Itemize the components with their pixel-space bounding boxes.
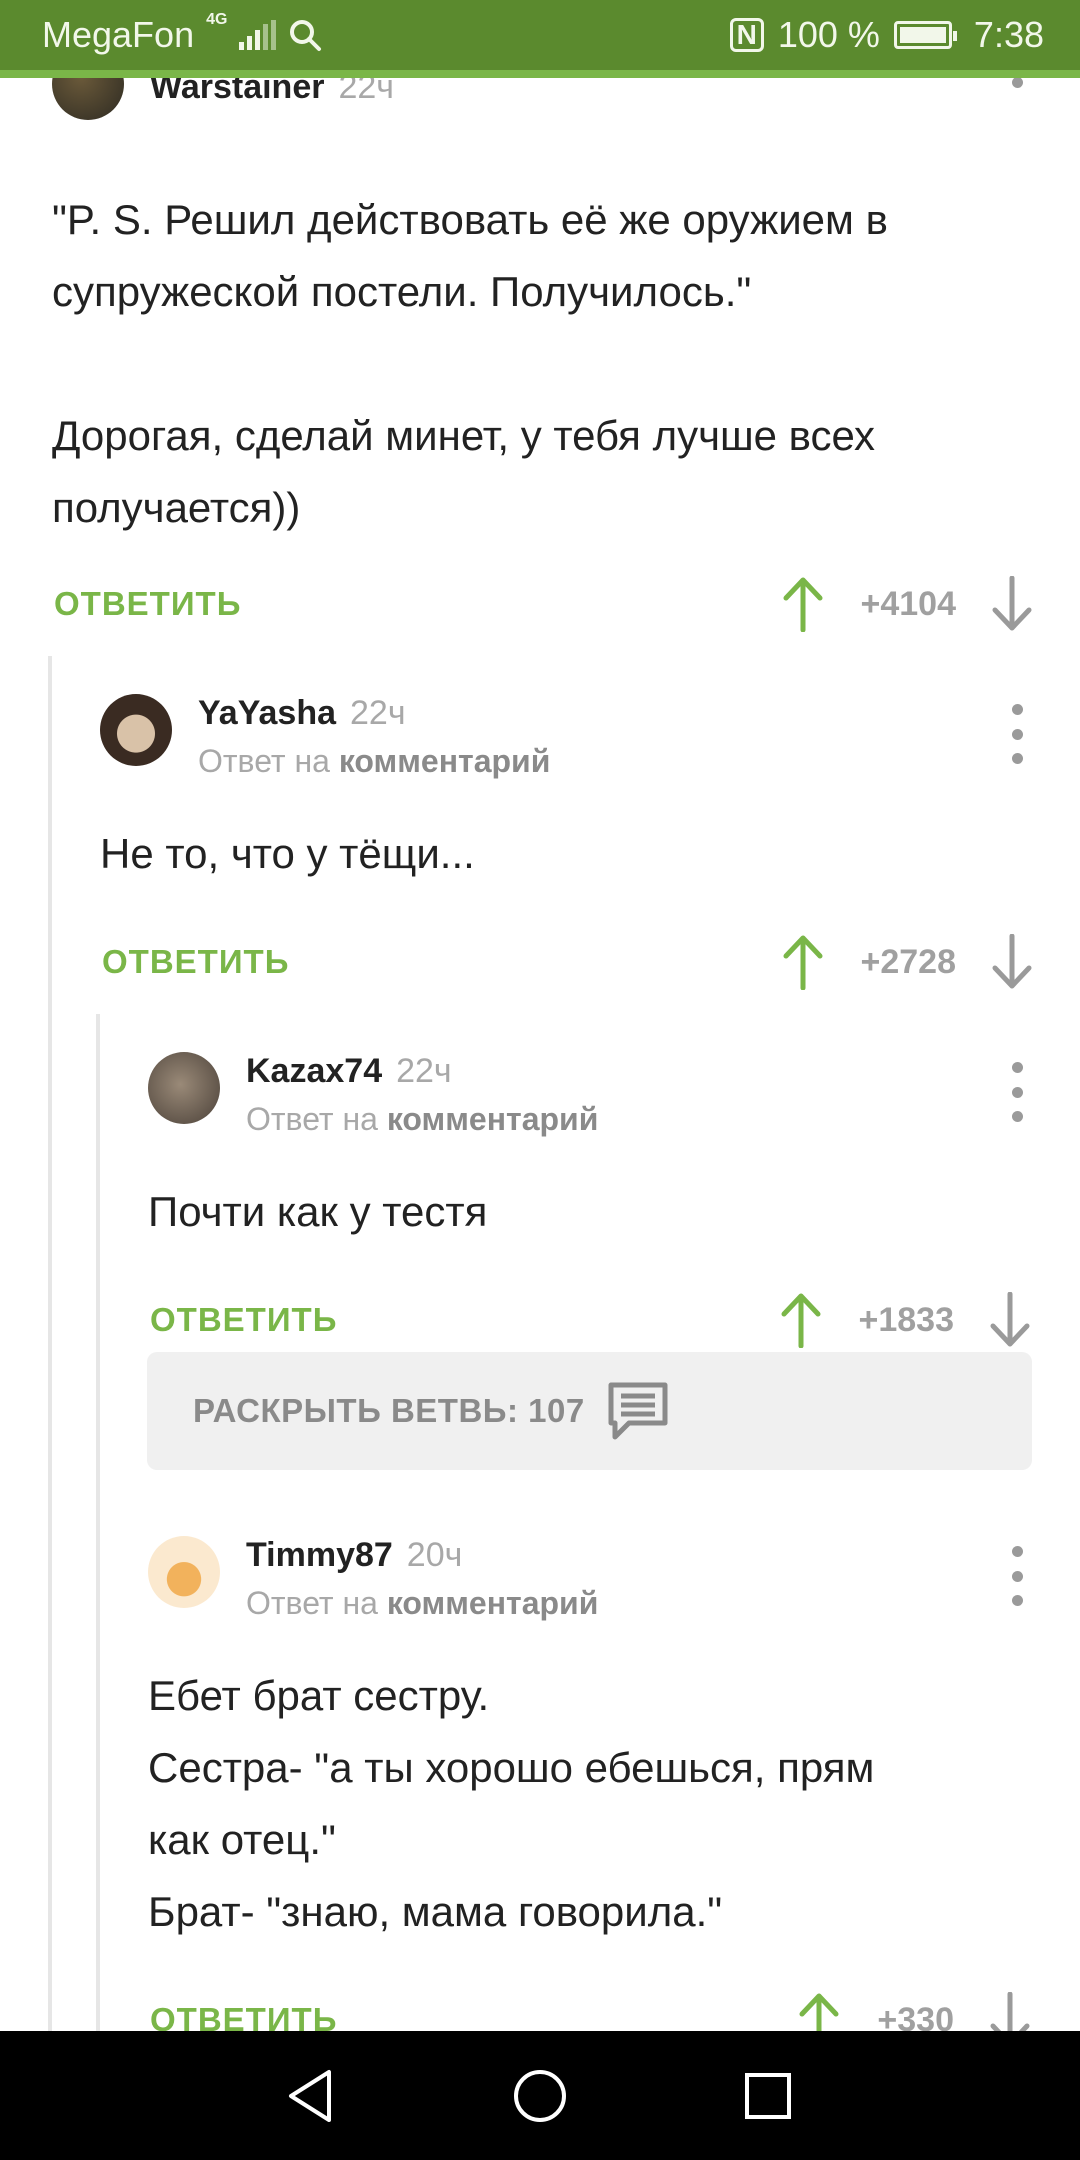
carrier-name: MegaFon	[42, 14, 195, 55]
status-bar-accent	[0, 70, 1080, 78]
comments-feed[interactable]: Warstainer 22ч "P. S. Решил действовать е…	[0, 78, 1080, 2031]
home-icon	[514, 2069, 566, 2122]
battery-icon	[893, 21, 957, 49]
downvote-icon[interactable]	[988, 1992, 1032, 2031]
upvote-icon[interactable]	[781, 934, 825, 990]
comment-author[interactable]: Kazax74	[246, 1052, 382, 1090]
more-icon[interactable]	[1002, 1062, 1032, 1122]
reply-button[interactable]: ОТВЕТИТЬ	[102, 943, 289, 981]
reply-to: Ответ на комментарий	[246, 1585, 599, 1621]
nfc-icon: N	[729, 18, 764, 52]
clock: 7:38	[973, 14, 1044, 55]
back-icon	[289, 2069, 331, 2122]
comment-score: +330	[877, 2000, 954, 2032]
comment-time: 22ч	[350, 694, 406, 732]
comment-text: "P. S. Решил действовать её же оружием в…	[52, 196, 888, 531]
comments-icon	[608, 1382, 668, 1440]
comment-score: +4104	[860, 584, 957, 623]
reply-button[interactable]: ОТВЕТИТЬ	[150, 1301, 337, 1339]
search-icon	[290, 20, 322, 51]
avatar[interactable]	[148, 1536, 220, 1608]
navigation-bar	[0, 2031, 1080, 2160]
signal-icon	[239, 20, 277, 50]
more-icon[interactable]	[1002, 704, 1032, 764]
recents-icon	[745, 2072, 791, 2119]
comment-author[interactable]: Warstainer	[150, 78, 324, 106]
reply-to: Ответ на комментарий	[246, 1101, 599, 1137]
comment-author[interactable]: YaYasha	[198, 694, 336, 732]
avatar[interactable]	[52, 78, 124, 120]
comment-text: Ебет брат сестру. Сестра- "а ты хорошо е…	[148, 1672, 875, 1935]
battery-percent: 100 %	[777, 14, 880, 55]
comment-time: 22ч	[396, 1052, 452, 1090]
more-icon[interactable]	[1002, 1546, 1032, 1606]
thread-line	[96, 1014, 100, 2031]
downvote-icon[interactable]	[990, 576, 1034, 632]
reply-to-link[interactable]: комментарий	[387, 1101, 599, 1137]
comment: Timmy87 20ч Ответ на комментарий Ебет бра…	[148, 1536, 1032, 1948]
more-icon[interactable]	[1002, 78, 1032, 88]
comment-time: 20ч	[406, 1536, 463, 1574]
comment-score: +1833	[858, 1300, 955, 1339]
comment: Warstainer 22ч "P. S. Решил действовать е…	[52, 78, 1032, 544]
comment: YaYasha 22ч Ответ на комментарий Не то, ч…	[100, 694, 1032, 890]
upvote-icon[interactable]	[779, 1292, 823, 1348]
downvote-icon[interactable]	[990, 934, 1034, 990]
comment-author[interactable]: Timmy87	[246, 1536, 393, 1574]
expand-branch-button[interactable]: РАСКРЫТЬ ВЕТВЬ: 107	[147, 1352, 1032, 1470]
reply-button[interactable]: ОТВЕТИТЬ	[54, 585, 241, 623]
upvote-icon[interactable]	[797, 1992, 841, 2031]
upvote-icon[interactable]	[781, 576, 825, 632]
back-button[interactable]	[250, 2031, 370, 2160]
network-type: 4G	[206, 11, 228, 28]
comment-time: 22ч	[338, 78, 395, 106]
reply-to-link[interactable]: комментарий	[387, 1585, 599, 1621]
comment: Kazax74 22ч Ответ на комментарий Почти ка…	[148, 1052, 1032, 1248]
comment-text: Не то, что у тёщи...	[100, 830, 475, 877]
expand-branch-label: РАСКРЫТЬ ВЕТВЬ: 107	[193, 1392, 585, 1429]
avatar[interactable]	[100, 694, 172, 766]
reply-button[interactable]: ОТВЕТИТЬ	[150, 2001, 337, 2031]
recents-button[interactable]	[708, 2031, 828, 2160]
reply-to-link[interactable]: комментарий	[339, 743, 551, 779]
status-bar: MegaFon 4G N 100 % 7:38	[0, 0, 1080, 78]
comment-score: +2728	[860, 942, 957, 981]
comment-text: Почти как у тестя	[148, 1188, 488, 1235]
reply-to: Ответ на комментарий	[198, 743, 551, 779]
home-button[interactable]	[480, 2031, 600, 2160]
thread-line	[48, 656, 52, 2031]
downvote-icon[interactable]	[988, 1292, 1032, 1348]
avatar[interactable]	[148, 1052, 220, 1124]
